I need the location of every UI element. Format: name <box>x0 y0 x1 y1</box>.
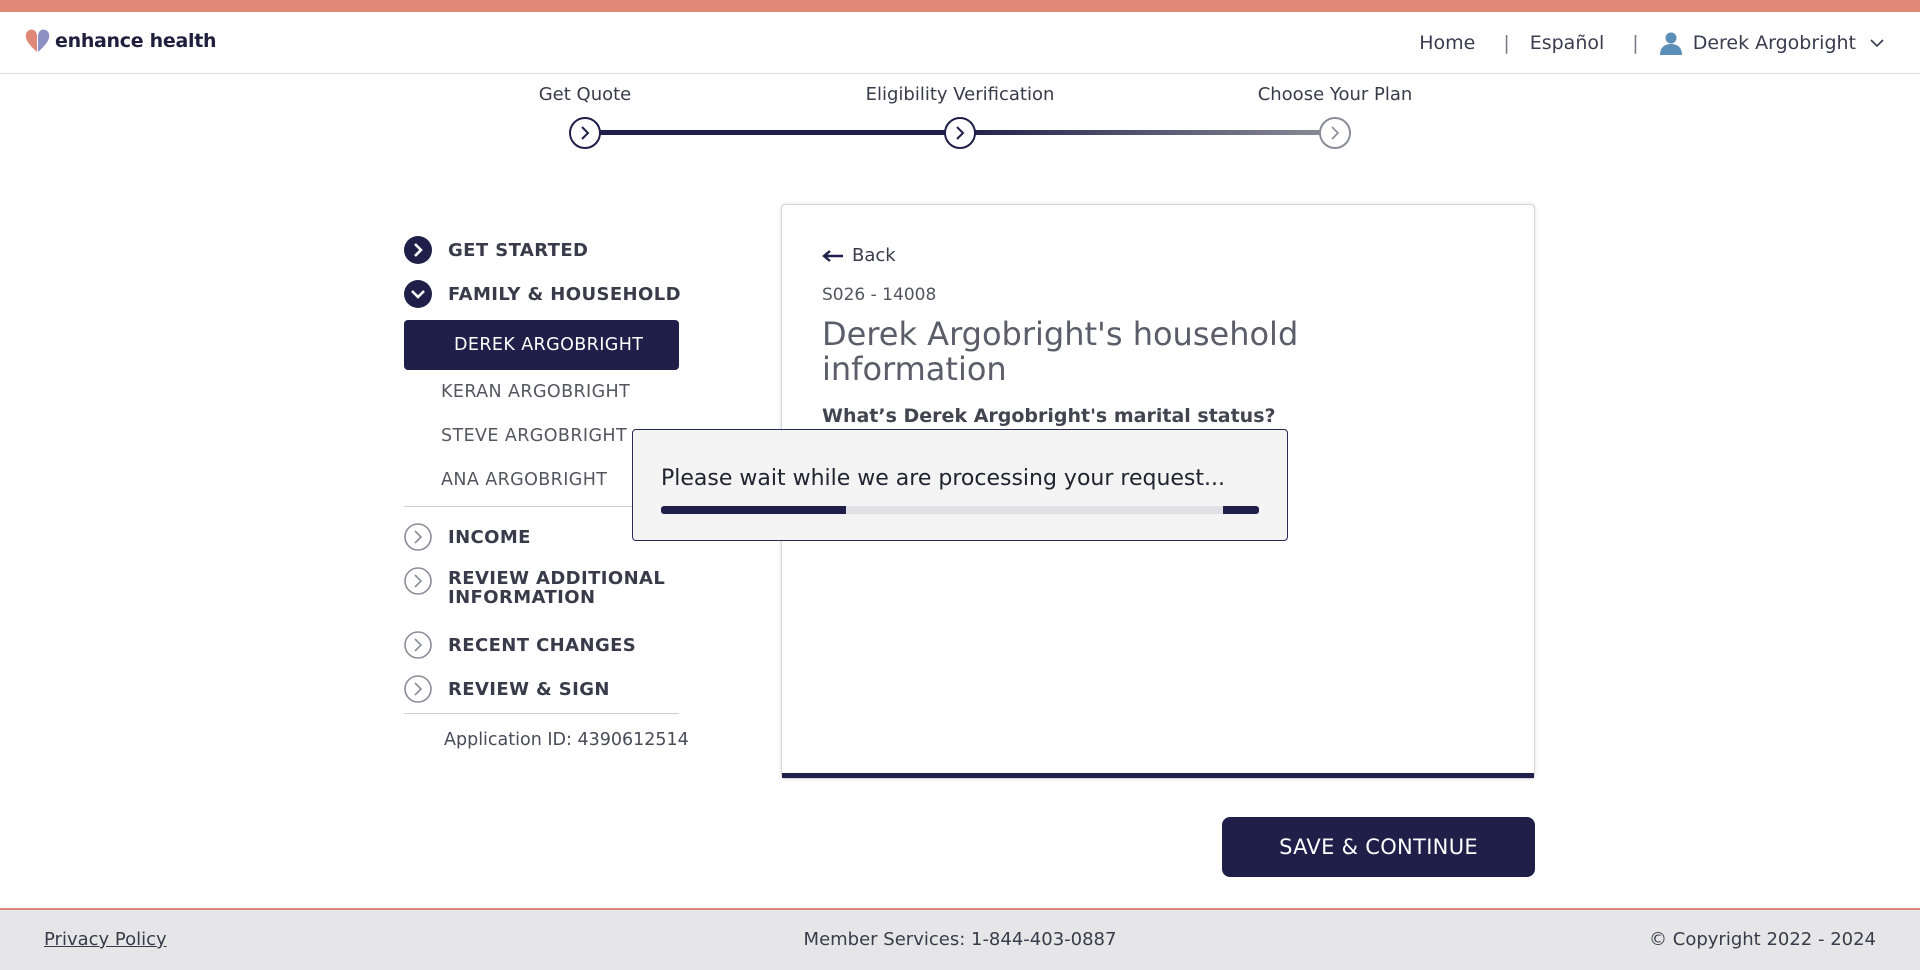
processing-progress-bar <box>661 506 1259 514</box>
step-choose-plan[interactable] <box>1319 117 1351 149</box>
chevron-down-filled-icon <box>404 280 432 308</box>
card-bottom-border <box>782 773 1534 778</box>
site-header: enhance health Home | Español | Derek Ar… <box>0 12 1920 74</box>
step-eligibility[interactable] <box>944 117 976 149</box>
nav-separator: | <box>1503 32 1510 54</box>
chevron-right-outline-icon <box>404 523 432 551</box>
chevron-right-outline-icon <box>404 567 432 595</box>
progress-tail <box>1223 506 1259 514</box>
sidebar-section-label: REVIEW & SIGN <box>448 679 610 700</box>
sidebar-member-derek[interactable]: DEREK ARGOBRIGHT <box>404 320 679 370</box>
sidebar-section-get-started[interactable]: GET STARTED <box>404 232 694 276</box>
header-nav: Home | Español | Derek Argobright <box>1419 31 1884 55</box>
back-label: Back <box>852 245 896 266</box>
sidebar-section-recent-changes[interactable]: RECENT CHANGES <box>404 631 694 675</box>
sidebar-divider <box>404 713 679 714</box>
processing-message: Please wait while we are processing your… <box>661 466 1225 491</box>
page-title: Derek Argobright's household information <box>822 315 1299 388</box>
save-continue-button[interactable]: SAVE & CONTINUE <box>1222 817 1535 877</box>
site-footer: Privacy Policy Member Services: 1-844-40… <box>0 908 1920 970</box>
user-avatar-icon <box>1659 32 1682 55</box>
sidebar-section-label: INCOME <box>448 527 531 548</box>
processing-dialog: Please wait while we are processing your… <box>632 429 1288 541</box>
sidebar-section-review-additional[interactable]: REVIEW ADDITIONAL INFORMATION <box>404 567 694 631</box>
sidebar-section-review-sign[interactable]: REVIEW & SIGN <box>404 675 694 713</box>
heart-logo-icon <box>25 29 50 52</box>
sidebar-section-label: RECENT CHANGES <box>448 635 637 656</box>
chevron-right-outline-icon <box>404 631 432 659</box>
arrow-left-icon <box>822 249 843 262</box>
member-services: Member Services: 1-844-403-0887 <box>803 929 1117 950</box>
top-accent-stripe <box>0 0 1920 12</box>
brand-name: enhance health <box>55 30 217 52</box>
stepper-line-complete <box>585 130 960 135</box>
chevron-right-outline-icon <box>404 675 432 703</box>
sidebar-section-family-household[interactable]: FAMILY & HOUSEHOLD <box>404 276 694 320</box>
sidebar-section-label: GET STARTED <box>448 240 589 261</box>
nav-home-link[interactable]: Home <box>1419 32 1475 54</box>
nav-separator: | <box>1632 32 1639 54</box>
chevron-right-icon <box>581 126 590 140</box>
sidebar-section-label: REVIEW ADDITIONAL INFORMATION <box>448 568 666 608</box>
nav-language-link[interactable]: Español <box>1530 32 1605 54</box>
chevron-right-filled-icon <box>404 236 432 264</box>
back-link[interactable]: Back <box>822 245 896 266</box>
sidebar-section-label: FAMILY & HOUSEHOLD <box>448 284 681 305</box>
chevron-right-icon <box>956 126 965 140</box>
progress-fill <box>661 506 847 514</box>
chevron-down-icon[interactable] <box>1870 38 1884 48</box>
screen-code: S026 - 14008 <box>822 285 937 305</box>
step-get-quote[interactable] <box>569 117 601 149</box>
user-name: Derek Argobright <box>1692 32 1856 54</box>
user-menu[interactable]: Derek Argobright <box>1659 31 1884 55</box>
marital-status-question: What’s Derek Argobright's marital status… <box>822 405 1276 427</box>
sidebar-member-keran[interactable]: KERAN ARGOBRIGHT <box>404 370 694 414</box>
progress-stepper: Get Quote Eligibility Verification Choos… <box>0 74 1920 164</box>
chevron-right-icon <box>1331 126 1340 140</box>
stepper-line-pending <box>960 130 1335 135</box>
copyright: © Copyright 2022 - 2024 <box>1649 929 1876 950</box>
privacy-policy-link[interactable]: Privacy Policy <box>44 929 167 950</box>
application-id: Application ID: 4390612514 <box>444 730 689 750</box>
brand-logo[interactable]: enhance health <box>24 28 217 54</box>
